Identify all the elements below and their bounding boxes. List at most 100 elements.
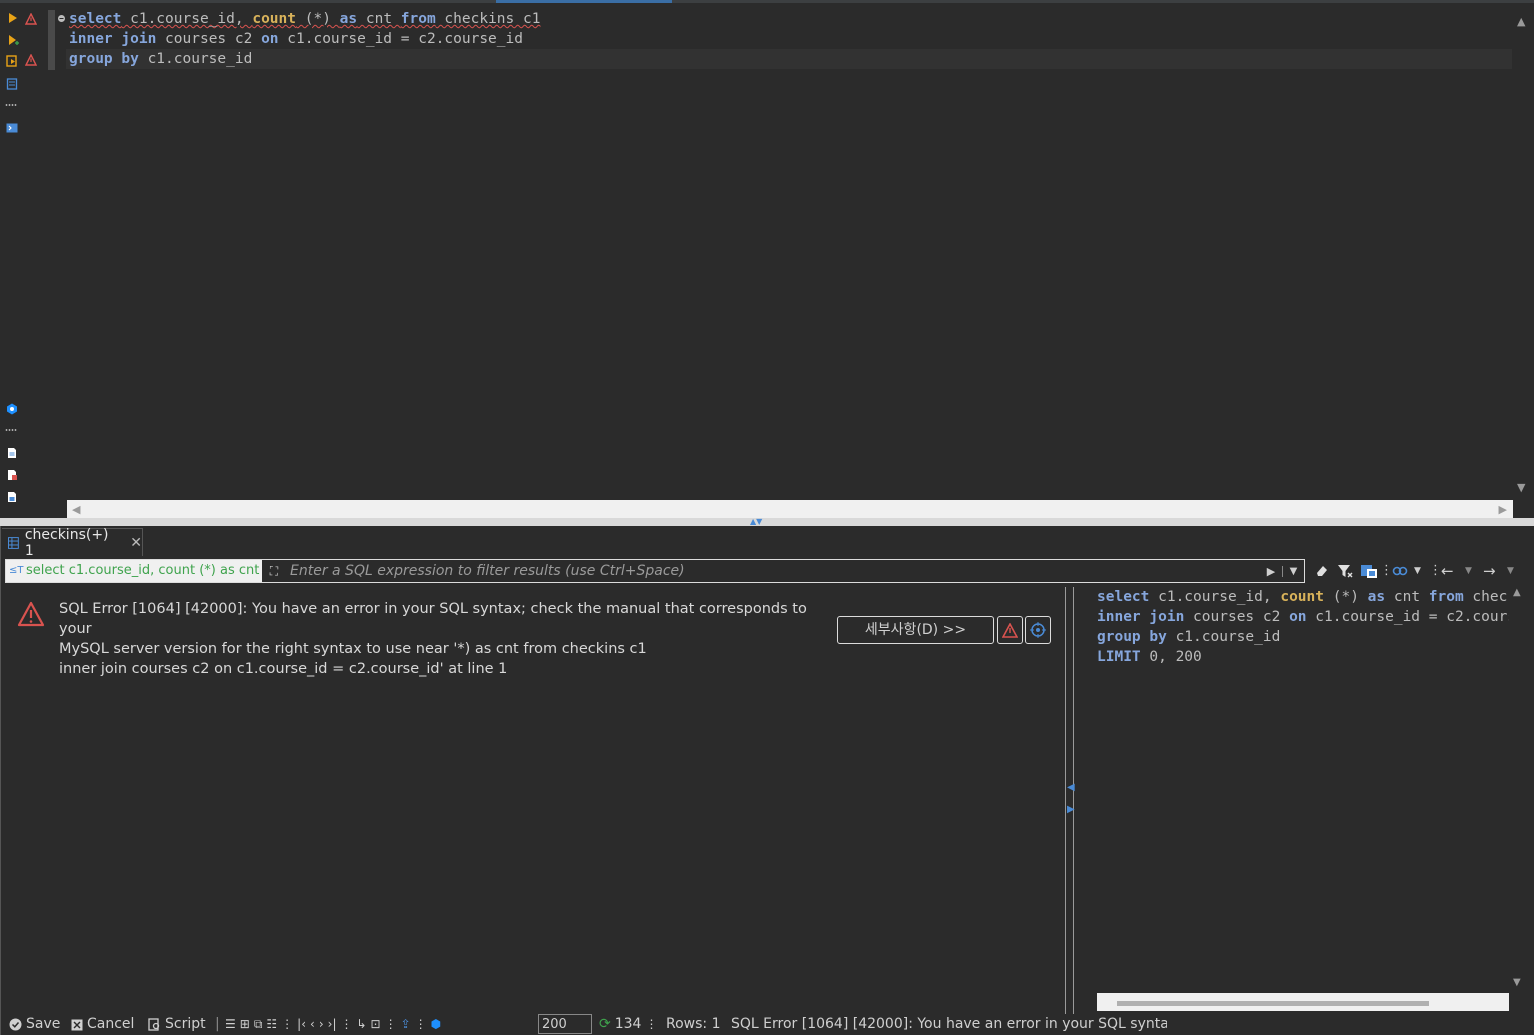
sql-keyword: from — [1428, 589, 1464, 605]
save-script-icon[interactable] — [6, 491, 18, 503]
editor-horizontal-scrollbar[interactable]: ◀ ▶ — [67, 500, 1513, 518]
error-pane-splitter[interactable]: ◀ ▶ — [1065, 587, 1075, 1014]
delete-row-icon[interactable]: ☷ — [266, 1014, 277, 1035]
separator: | — [215, 1016, 220, 1032]
error-marker-icon-2 — [25, 54, 37, 66]
sql-tokens: inner join courses c2 on c1.course_id = … — [1097, 609, 1509, 625]
preview-line-2: inner join courses c2 on c1.course_id = … — [1097, 607, 1509, 627]
filter-icon[interactable] — [1337, 561, 1353, 581]
fetch-size-input[interactable] — [538, 1014, 592, 1034]
sql-tokens: group by c1.course_id — [69, 51, 252, 67]
next-icon[interactable]: › — [319, 1014, 324, 1035]
scroll-up-icon[interactable]: ▲ — [1513, 587, 1521, 598]
terminal-icon[interactable] — [6, 122, 18, 134]
fetch-next-icon[interactable]: ↳ — [356, 1014, 366, 1035]
line-marker — [48, 10, 55, 30]
preview-horizontal-scrollbar[interactable] — [1097, 993, 1509, 1011]
sql-text-area[interactable]: select c1.course_id, count (*) as cnt fr… — [66, 7, 1514, 497]
fetch-all-icon[interactable]: ⊡ — [371, 1014, 381, 1035]
sql-identifier: (*) — [296, 11, 340, 27]
refresh-button[interactable]: ⟳ 134 ⋮ — [599, 1014, 657, 1035]
chevron-down-icon[interactable]: ▼ — [1414, 561, 1421, 581]
add-row-icon[interactable]: ⊞ — [240, 1014, 250, 1035]
filter-history-field[interactable]: ≤T select c1.course_id, count (*) as cnt — [6, 560, 262, 582]
error-message: SQL Error [1064] [42000]: You have an er… — [59, 599, 819, 679]
filter-bar: ≤T select c1.course_id, count (*) as cnt… — [5, 559, 1305, 583]
panel-splitter[interactable]: ▲▼ — [0, 518, 1534, 526]
sql-line-1[interactable]: select c1.course_id, count (*) as cnt fr… — [66, 9, 1512, 29]
copy-row-icon[interactable]: ⧉ — [254, 1014, 263, 1035]
error-line: SQL Error [1064] [42000]: You have an er… — [59, 601, 807, 637]
preview-vertical-scrollbar[interactable]: ▲ ▼ — [1511, 587, 1525, 992]
sql-keyword: inner join — [1097, 609, 1185, 625]
filter-input[interactable] — [286, 560, 1260, 582]
sql-tokens: inner join courses c2 on c1.course_id = … — [69, 31, 523, 47]
chevron-right-icon[interactable]: ▶ — [1067, 804, 1075, 815]
filter-history-dropdown-icon[interactable]: ▼ — [1282, 565, 1304, 577]
last-page-icon[interactable]: ›| — [328, 1014, 337, 1035]
execute-script-icon[interactable] — [6, 55, 18, 67]
edit-row-icon[interactable]: ☰ — [225, 1014, 236, 1035]
cancel-button[interactable]: Cancel — [71, 1014, 134, 1035]
sql-identifier: (*) — [1324, 589, 1368, 605]
sql-keyword: on — [261, 31, 279, 47]
preview-line-4: LIMIT 0, 200 — [1097, 647, 1509, 667]
scroll-right-icon[interactable]: ▶ — [1499, 503, 1507, 516]
previous-icon[interactable]: ‹ — [310, 1014, 315, 1035]
sql-identifier: c1.course_id, — [121, 11, 253, 27]
panels-icon[interactable] — [1360, 561, 1378, 581]
new-script-icon[interactable] — [6, 447, 18, 459]
save-button[interactable]: Save — [9, 1014, 60, 1035]
warning-icon — [17, 601, 45, 627]
search-solution-button[interactable] — [1025, 616, 1051, 644]
close-icon[interactable]: ✕ — [130, 535, 142, 551]
export-icon[interactable]: ⇪ — [401, 1014, 411, 1035]
editor-scroll-down-icon[interactable]: ▼ — [1517, 481, 1525, 494]
explain-plan-icon[interactable] — [6, 78, 18, 90]
apply-filter-icon[interactable]: ▶ — [1260, 565, 1282, 578]
details-button[interactable]: 세부사항(D) >> — [837, 616, 994, 644]
collapse-arrows-icon[interactable]: ▲▼ — [750, 518, 762, 526]
sql-keyword: from — [400, 11, 436, 27]
sql-line-2[interactable]: inner join courses c2 on c1.course_id = … — [66, 29, 1512, 49]
forward-arrow-icon[interactable]: → — [1483, 561, 1496, 581]
sql-editor[interactable]: select c1.course_id, count (*) as cnt fr… — [0, 3, 1534, 518]
tab-results[interactable]: checkins(+) 1 ✕ — [2, 527, 143, 559]
chevron-left-icon[interactable]: ◀ — [1067, 782, 1075, 793]
chevron-down-icon[interactable]: ▼ — [1507, 561, 1514, 581]
sql-identifier: cnt — [357, 11, 401, 27]
expand-icon[interactable]: ⛶ — [262, 560, 286, 582]
back-arrow-icon[interactable]: ← — [1441, 561, 1454, 581]
cancel-label: Cancel — [87, 1016, 135, 1032]
more-dots-icon[interactable] — [5, 99, 17, 111]
save-icon — [9, 1018, 22, 1031]
results-tabbar: checkins(+) 1 ✕ — [1, 526, 1534, 559]
sql-identifier: c1.course_id, — [1149, 589, 1281, 605]
sql-keyword: as — [339, 11, 358, 27]
eraser-icon[interactable] — [1314, 561, 1330, 581]
sql-keyword: group by — [69, 51, 139, 67]
more-dots-icon-2[interactable] — [5, 424, 17, 436]
scroll-left-icon[interactable]: ◀ — [72, 503, 80, 516]
fold-marker-icon[interactable] — [57, 14, 66, 23]
warning-icon — [1002, 622, 1018, 638]
output-panel-icon[interactable] — [6, 403, 18, 415]
load-script-icon[interactable] — [6, 469, 18, 481]
execute-new-tab-icon[interactable] — [7, 34, 19, 46]
editor-scroll-up-icon[interactable]: ▲ — [1517, 15, 1525, 28]
execute-statement-icon[interactable] — [7, 12, 19, 24]
settings-hex-icon[interactable]: ⬢ — [431, 1014, 441, 1035]
sql-keyword: select — [69, 11, 122, 27]
sql-line-3[interactable]: group by c1.course_id — [66, 49, 1512, 69]
first-page-icon[interactable]: |‹ — [297, 1014, 306, 1035]
script-button[interactable]: Script — [148, 1014, 206, 1035]
chevron-down-icon[interactable]: ▼ — [1465, 561, 1472, 581]
status-error[interactable]: SQL Error [1064] [42000]: You have an er… — [727, 1014, 1167, 1035]
error-log-button[interactable] — [997, 616, 1023, 644]
refresh-value: 134 — [614, 1016, 642, 1032]
sql-identifier: checkins c1 — [1472, 589, 1509, 605]
scrollbar-thumb[interactable] — [1117, 1001, 1429, 1006]
sql-keyword: as — [1367, 589, 1386, 605]
scroll-down-icon[interactable]: ▼ — [1513, 977, 1521, 988]
link-icon[interactable] — [1392, 561, 1408, 581]
